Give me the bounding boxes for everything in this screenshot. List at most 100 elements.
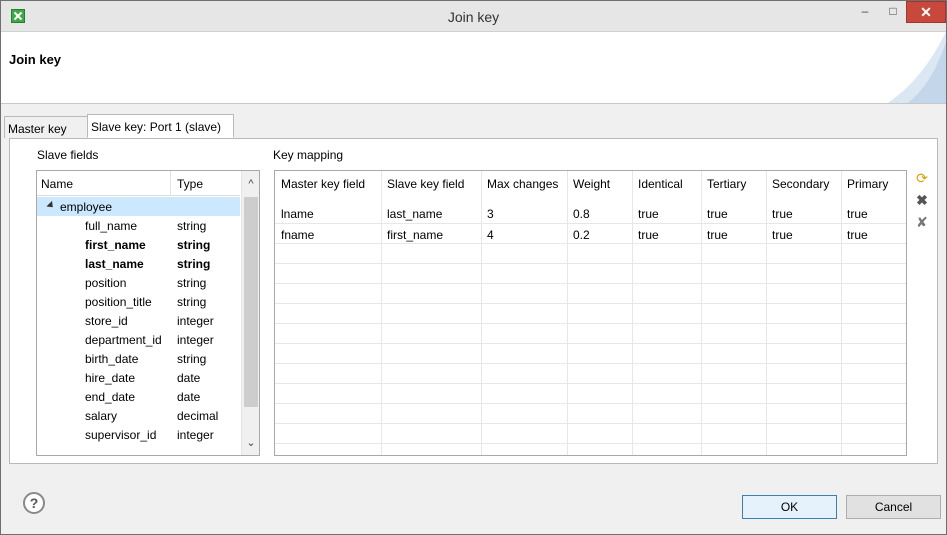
add-mapping-icon[interactable]: ⟳	[913, 169, 931, 187]
field-name: department_id	[85, 333, 162, 347]
column-header-primary[interactable]: Primary	[841, 177, 888, 191]
field-name: store_id	[85, 314, 128, 328]
list-item[interactable]: position_title string	[37, 292, 240, 311]
list-item[interactable]: store_id integer	[37, 311, 240, 330]
cell-weight[interactable]: 0.2	[567, 228, 590, 242]
column-header-secondary[interactable]: Secondary	[766, 177, 829, 191]
table-row[interactable]: fname first_name 4 0.2 true true true tr…	[275, 223, 906, 243]
column-header-identical[interactable]: Identical	[632, 177, 683, 191]
field-type: string	[177, 219, 207, 233]
table-row	[275, 263, 906, 283]
cell-max-changes[interactable]: 3	[481, 207, 494, 221]
window-title: Join key	[447, 9, 500, 25]
delete-icon[interactable]: ✖	[913, 191, 931, 209]
field-type: integer	[177, 333, 214, 347]
maximize-button[interactable]: □	[879, 1, 907, 23]
cell-weight[interactable]: 0.8	[567, 207, 590, 221]
cell-identical[interactable]: true	[632, 207, 659, 221]
column-header-type[interactable]: Type	[177, 177, 203, 191]
list-item[interactable]: department_id integer	[37, 330, 240, 349]
title-bar[interactable]: Join key – □ ✕	[1, 1, 946, 32]
join-key-dialog: Join key – □ ✕ Join key Master key Slave…	[0, 0, 947, 535]
list-item[interactable]: full_name string	[37, 216, 240, 235]
cell-secondary[interactable]: true	[766, 207, 793, 221]
tree-node-label: employee	[60, 200, 113, 214]
column-header-max-changes[interactable]: Max changes	[481, 177, 558, 191]
cell-slave-key-field[interactable]: first_name	[381, 228, 443, 242]
cell-primary[interactable]: true	[841, 207, 868, 221]
table-row	[275, 403, 906, 423]
field-type: date	[177, 390, 201, 404]
cell-identical[interactable]: true	[632, 228, 659, 242]
list-item[interactable]: hire_date date	[37, 368, 240, 387]
table-row	[275, 423, 906, 443]
cell-secondary[interactable]: true	[766, 228, 793, 242]
field-name: salary	[85, 409, 118, 423]
list-item[interactable]: end_date date	[37, 387, 240, 406]
field-name: position	[85, 276, 127, 290]
column-header-master-key-field[interactable]: Master key field	[275, 177, 365, 191]
tree-node-employee[interactable]: employee	[37, 197, 240, 216]
slave-fields-header: Name Type	[37, 171, 240, 196]
list-item[interactable]: last_name string	[37, 254, 240, 273]
column-header-name[interactable]: Name	[41, 177, 73, 191]
list-item[interactable]: position string	[37, 273, 240, 292]
help-button[interactable]: ?	[23, 492, 45, 514]
column-header-weight[interactable]: Weight	[567, 177, 610, 191]
column-header-slave-key-field[interactable]: Slave key field	[381, 177, 464, 191]
clear-all-icon[interactable]: ✘	[913, 213, 931, 231]
cell-primary[interactable]: true	[841, 228, 868, 242]
field-type: string	[177, 257, 211, 271]
scroll-up-arrow-icon[interactable]: ^	[245, 178, 257, 190]
field-type: integer	[177, 428, 214, 442]
field-name: position_title	[85, 295, 152, 309]
table-row	[275, 323, 906, 343]
field-name: supervisor_id	[85, 428, 157, 442]
field-type: decimal	[177, 409, 219, 423]
expand-arrow-icon[interactable]	[46, 200, 56, 211]
cell-slave-key-field[interactable]: last_name	[381, 207, 442, 221]
slave-fields-table[interactable]: Name Type employee full_name string first…	[36, 170, 260, 456]
table-row	[275, 383, 906, 403]
table-row	[275, 363, 906, 383]
dialog-header: Join key	[1, 32, 946, 104]
cell-tertiary[interactable]: true	[701, 207, 728, 221]
field-type: integer	[177, 314, 214, 328]
slave-key-panel: Slave fields Key mapping Name Type emplo…	[9, 138, 938, 464]
page-title: Join key	[9, 52, 62, 67]
field-name: last_name	[85, 257, 144, 271]
scrollbar-thumb[interactable]	[244, 197, 258, 407]
list-item[interactable]: birth_date string	[37, 349, 240, 368]
field-name: first_name	[85, 238, 146, 252]
table-row	[275, 343, 906, 363]
key-mapping-table[interactable]: Master key field Slave key field Max cha…	[274, 170, 907, 456]
field-name: full_name	[85, 219, 138, 233]
cell-master-key-field[interactable]: fname	[275, 228, 314, 242]
key-mapping-label: Key mapping	[273, 148, 344, 162]
key-mapping-header: Master key field Slave key field Max cha…	[275, 171, 906, 196]
list-item[interactable]: salary decimal	[37, 406, 240, 425]
field-name: end_date	[85, 390, 136, 404]
cell-master-key-field[interactable]: lname	[275, 207, 314, 221]
close-button[interactable]: ✕	[906, 1, 946, 23]
column-header-tertiary[interactable]: Tertiary	[701, 177, 746, 191]
table-row	[275, 283, 906, 303]
tab-master-key[interactable]: Master key	[4, 116, 88, 138]
field-type: date	[177, 371, 201, 385]
scroll-down-arrow-icon[interactable]: ⌄	[245, 437, 257, 449]
list-item[interactable]: first_name string	[37, 235, 240, 254]
tab-slave-key[interactable]: Slave key: Port 1 (slave)	[87, 114, 234, 138]
header-decoration-icon	[887, 32, 946, 103]
list-item[interactable]: supervisor_id integer	[37, 425, 240, 444]
vertical-scrollbar[interactable]: ^ ⌄	[241, 171, 259, 455]
field-type: string	[177, 295, 207, 309]
cell-tertiary[interactable]: true	[701, 228, 728, 242]
cell-max-changes[interactable]: 4	[481, 228, 494, 242]
minimize-button[interactable]: –	[851, 1, 879, 23]
field-type: string	[177, 352, 207, 366]
cancel-button[interactable]: Cancel	[846, 495, 941, 519]
slave-fields-rows: employee full_name string first_name strin…	[37, 197, 240, 444]
field-name: hire_date	[85, 371, 136, 385]
table-row[interactable]: lname last_name 3 0.8 true true true tru…	[275, 203, 906, 223]
ok-button[interactable]: OK	[742, 495, 837, 519]
